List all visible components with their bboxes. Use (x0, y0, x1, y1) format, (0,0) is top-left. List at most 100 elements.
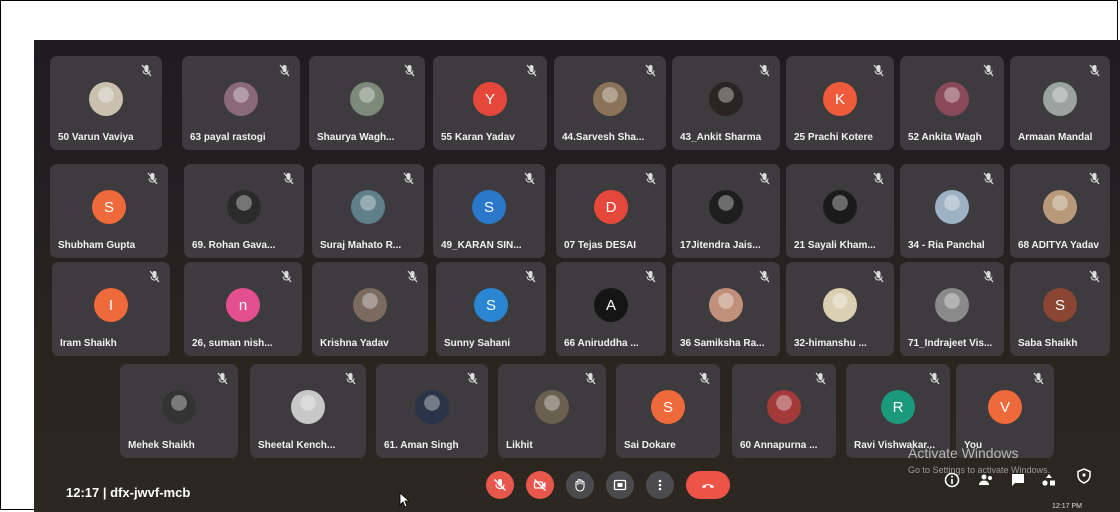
participant-photo (709, 288, 743, 322)
participant-avatar: K (823, 82, 857, 116)
participant-tile[interactable]: A 66 Aniruddha ... (556, 262, 666, 356)
mic-off-icon (493, 478, 507, 492)
activate-windows-title: Activate Windows (908, 445, 1019, 461)
participant-tile[interactable]: S Sunny Sahani (436, 262, 546, 356)
participant-avatar: S (92, 190, 126, 224)
participant-avatar: D (594, 190, 628, 224)
participant-name: Saba Shaikh (1018, 338, 1078, 349)
participant-tile[interactable]: S 49_KARAN SIN... (433, 164, 545, 258)
camera-off-button[interactable] (526, 471, 554, 499)
participant-tile[interactable]: Likhit (498, 364, 606, 458)
participant-tile[interactable]: n 26, suman nish... (184, 262, 302, 356)
participant-name: 26, suman nish... (192, 338, 273, 349)
meeting-time-code: 12:17 | dfx-jwvf-mcb (66, 485, 191, 500)
participant-name: 50 Varun Vaviya (58, 132, 134, 143)
participant-tile[interactable]: 34 - Ria Panchal (900, 164, 1004, 258)
participant-tile[interactable]: Mehek Shaikh (120, 364, 238, 458)
mic-muted-icon (585, 372, 596, 385)
participant-avatar: S (1043, 288, 1077, 322)
participant-name: 66 Aniruddha ... (564, 338, 639, 349)
activities-icon[interactable] (1041, 472, 1057, 488)
mic-muted-icon (345, 372, 356, 385)
mic-muted-icon (873, 270, 884, 283)
participant-avatar: A (594, 288, 628, 322)
participant-tile[interactable]: 61. Aman Singh (376, 364, 488, 458)
participant-name: 52 Ankita Wagh (908, 132, 982, 143)
participant-tile[interactable]: Armaan Mandal (1010, 56, 1110, 150)
participant-tile[interactable]: S Sai Dokare (616, 364, 720, 458)
participant-tile[interactable]: S Shubham Gupta (50, 164, 168, 258)
mic-muted-icon (526, 64, 537, 77)
hand-icon (575, 478, 585, 492)
people-icon[interactable] (978, 472, 994, 488)
participant-tile[interactable]: V You (956, 364, 1054, 458)
participant-photo (227, 190, 261, 224)
participant-tile[interactable]: S Saba Shaikh (1010, 262, 1110, 356)
participant-tile[interactable]: 68 ADITYA Yadav (1010, 164, 1110, 258)
participant-name: 36 Samiksha Ra... (680, 338, 765, 349)
mic-off-button[interactable] (486, 471, 514, 499)
participant-tile[interactable]: R Ravi Vishwakar... (846, 364, 950, 458)
mic-muted-icon (149, 270, 160, 283)
present-icon (613, 479, 627, 491)
participant-name: Armaan Mandal (1018, 132, 1093, 143)
participant-photo (162, 390, 196, 424)
participant-tile[interactable]: Sheetal Kench... (250, 364, 366, 458)
mic-muted-icon (645, 270, 656, 283)
mic-muted-icon (281, 270, 292, 283)
participant-name: 32-himanshu ... (794, 338, 867, 349)
participant-name: 34 - Ria Panchal (908, 240, 985, 251)
participant-name: Sai Dokare (624, 440, 676, 451)
participant-avatar: R (881, 390, 915, 424)
participant-photo (935, 190, 969, 224)
participant-avatar: S (474, 288, 508, 322)
raise-hand-button[interactable] (566, 471, 594, 499)
participant-tile[interactable]: Suraj Mahato R... (312, 164, 424, 258)
present-button[interactable] (606, 471, 634, 499)
mic-muted-icon (525, 270, 536, 283)
participant-tile[interactable]: K 25 Prachi Kotere (786, 56, 894, 150)
participant-tile[interactable]: 63 payal rastogi (182, 56, 300, 150)
participant-tile[interactable]: 71_Indrajeet Vis... (900, 262, 1004, 356)
participant-tile[interactable]: I Iram Shaikh (52, 262, 170, 356)
participant-tile[interactable]: 60 Annapurna ... (732, 364, 836, 458)
info-icon[interactable] (944, 472, 960, 488)
participant-photo (935, 82, 969, 116)
participant-name: 44.Sarvesh Sha... (562, 132, 645, 143)
participant-tile[interactable]: 52 Ankita Wagh (900, 56, 1004, 150)
participant-photo (535, 390, 569, 424)
participant-tile[interactable]: Krishna Yadav (312, 262, 428, 356)
participant-photo (224, 82, 258, 116)
participant-photo (1043, 82, 1077, 116)
participant-photo (709, 190, 743, 224)
mic-muted-icon (983, 270, 994, 283)
participant-tile[interactable]: 21 Sayali Kham... (786, 164, 894, 258)
mic-muted-icon (983, 64, 994, 77)
participant-tile[interactable]: 36 Samiksha Ra... (672, 262, 780, 356)
participant-tile[interactable]: 50 Varun Vaviya (50, 56, 162, 150)
participant-avatar: Y (473, 82, 507, 116)
leave-call-button[interactable] (686, 471, 730, 499)
mic-muted-icon (873, 64, 884, 77)
mic-muted-icon (699, 372, 710, 385)
mic-muted-icon (404, 64, 415, 77)
participant-photo (291, 390, 325, 424)
participant-tile[interactable]: 32-himanshu ... (786, 262, 894, 356)
mic-muted-icon (815, 372, 826, 385)
mic-muted-icon (1089, 270, 1100, 283)
chat-icon[interactable] (1010, 472, 1026, 488)
mic-muted-icon (1089, 172, 1100, 185)
participant-tile[interactable]: 17Jitendra Jais... (672, 164, 780, 258)
participant-tile[interactable]: 44.Sarvesh Sha... (554, 56, 666, 150)
participant-photo (823, 288, 857, 322)
participant-tile[interactable]: D 07 Tejas DESAI (556, 164, 666, 258)
participant-name: 17Jitendra Jais... (680, 240, 761, 251)
participant-tile[interactable]: Y 55 Karan Yadav (433, 56, 547, 150)
participant-tile[interactable]: 69. Rohan Gava... (184, 164, 304, 258)
host-controls-icon[interactable] (1076, 468, 1092, 484)
participant-tile[interactable]: 43_Ankit Sharma (672, 56, 780, 150)
participant-avatar: S (472, 190, 506, 224)
participant-name: 49_KARAN SIN... (441, 240, 522, 251)
more-options-button[interactable] (646, 471, 674, 499)
participant-tile[interactable]: Shaurya Wagh... (309, 56, 425, 150)
